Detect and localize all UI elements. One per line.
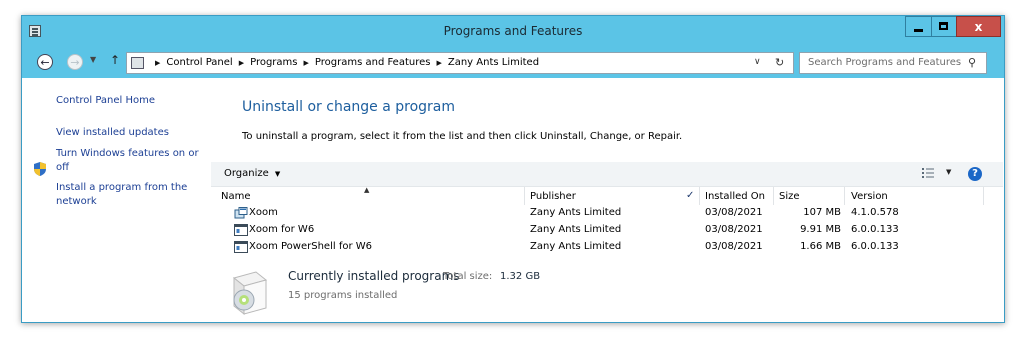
total-size-value: 1.32 GB [500,271,541,282]
table-row[interactable]: Xoom Zany Ants Limited 03/08/2021 107 MB… [211,205,1003,222]
program-size: 1.66 MB [800,241,841,252]
forward-button[interactable]: → [67,54,83,70]
summary-title: Currently installed programs [288,269,460,283]
content-area: Control Panel Home View installed update… [22,78,1004,322]
program-installed-on: 03/08/2021 [705,207,763,218]
minimize-icon [914,29,923,32]
program-version: 6.0.0.133 [851,224,899,235]
control-panel-location-icon [131,57,144,69]
windows-features-link-line2: off [56,162,70,173]
breadcrumb-control-panel[interactable]: Control Panel [166,57,232,68]
sort-ascending-icon: ▲ [364,186,370,194]
program-installed-on: 03/08/2021 [705,224,763,235]
address-dropdown-icon[interactable]: ∨ [754,57,761,67]
programs-installed-count: 15 programs installed [288,290,398,301]
table-row[interactable]: Xoom PowerShell for W6 Zany Ants Limited… [211,239,1003,256]
window-title: Programs and Features [443,24,583,38]
table-row[interactable]: Xoom for W6 Zany Ants Limited 03/08/2021… [211,222,1003,239]
column-header-size[interactable]: Size [779,191,800,202]
install-from-network-link[interactable]: Install a program from the network [56,181,187,209]
column-divider[interactable] [524,187,525,205]
address-bar[interactable]: ▶ Control Panel ▶ Programs ▶ Programs and Fea… [126,52,794,74]
column-header-version[interactable]: Version [851,191,888,202]
close-button[interactable]: x [956,16,1001,37]
program-version: 4.1.0.578 [851,207,899,218]
column-divider[interactable] [699,187,700,205]
program-publisher: Zany Ants Limited [530,241,622,252]
breadcrumb: ▶ Control Panel ▶ Programs ▶ Programs and Fea… [149,57,539,68]
organize-dropdown-icon: ▼ [274,170,281,178]
organize-label: Organize [224,168,269,179]
program-name: Xoom for W6 [249,224,315,235]
organize-menu-button[interactable]: Organize ▼ [224,168,280,179]
breadcrumb-programs[interactable]: Programs [250,57,297,68]
install-from-network-line2: network [56,196,97,207]
column-divider[interactable] [983,187,984,205]
refresh-icon[interactable]: ↻ [775,56,784,69]
minimize-button[interactable] [905,16,932,37]
column-filter-check-icon[interactable]: ✓ [686,190,694,201]
program-publisher: Zany Ants Limited [530,207,622,218]
view-options-dropdown-icon[interactable]: ▼ [946,168,951,176]
column-header-publisher[interactable]: Publisher [530,191,576,202]
xoom-app-icon [234,207,248,219]
page-title: Uninstall or change a program [242,99,456,115]
column-divider[interactable] [844,187,845,205]
breadcrumb-programs-and-features[interactable]: Programs and Features [315,57,431,68]
program-name: Xoom [249,207,278,218]
control-panel-home-link[interactable]: Control Panel Home [56,94,155,108]
uac-shield-icon [34,162,46,176]
task-pane: Control Panel Home View installed update… [22,78,205,322]
column-header-installed-on[interactable]: Installed On [705,191,765,202]
program-publisher: Zany Ants Limited [530,224,622,235]
search-input[interactable]: Search Programs and Features ⚲ [799,52,987,74]
program-window-icon [234,241,248,253]
search-icon[interactable]: ⚲ [968,56,976,69]
breadcrumb-separator-icon[interactable]: ▶ [155,59,160,67]
program-window-icon [234,224,248,236]
installed-programs-box-icon [232,271,268,316]
recent-locations-chevron-icon[interactable]: ▼ [90,55,96,64]
search-placeholder: Search Programs and Features [808,57,962,68]
maximize-icon [939,22,948,30]
breadcrumb-separator-icon[interactable]: ▶ [239,59,244,67]
title-bar[interactable]: Programs and Features x [22,16,1004,46]
navigation-bar: ← → ▼ ↑ ▶ Control Panel ▶ Programs ▶ Programs… [22,47,1004,78]
program-installed-on: 03/08/2021 [705,241,763,252]
program-size: 9.91 MB [800,224,841,235]
help-icon[interactable]: ? [968,167,982,181]
total-size-label: Total size: [443,271,493,282]
table-header: Name ▲ Publisher ✓ Installed On Size Ver… [211,186,1003,205]
maximize-button[interactable] [931,16,957,37]
column-header-name[interactable]: Name [221,191,251,202]
up-arrow-icon[interactable]: ↑ [110,53,120,67]
view-installed-updates-link[interactable]: View installed updates [56,126,169,140]
column-divider[interactable] [773,187,774,205]
page-description: To uninstall a program, select it from t… [242,131,683,142]
change-view-icon[interactable] [922,168,934,178]
breadcrumb-separator-icon[interactable]: ▶ [304,59,309,67]
windows-features-link-line1: Turn Windows features on or [56,148,199,159]
breadcrumb-zany-ants-limited[interactable]: Zany Ants Limited [448,57,539,68]
breadcrumb-separator-icon[interactable]: ▶ [436,59,441,67]
window: Programs and Features x ← → ▼ ↑ ▶ Control… [21,15,1005,323]
back-button[interactable]: ← [37,54,53,70]
install-from-network-line1: Install a program from the [56,182,188,193]
command-bar: Organize ▼ ▼ ? [211,162,1003,187]
program-size: 107 MB [803,207,841,218]
program-name: Xoom PowerShell for W6 [249,241,372,252]
program-version: 6.0.0.133 [851,241,899,252]
windows-features-link[interactable]: Turn Windows features on or off [56,147,199,175]
